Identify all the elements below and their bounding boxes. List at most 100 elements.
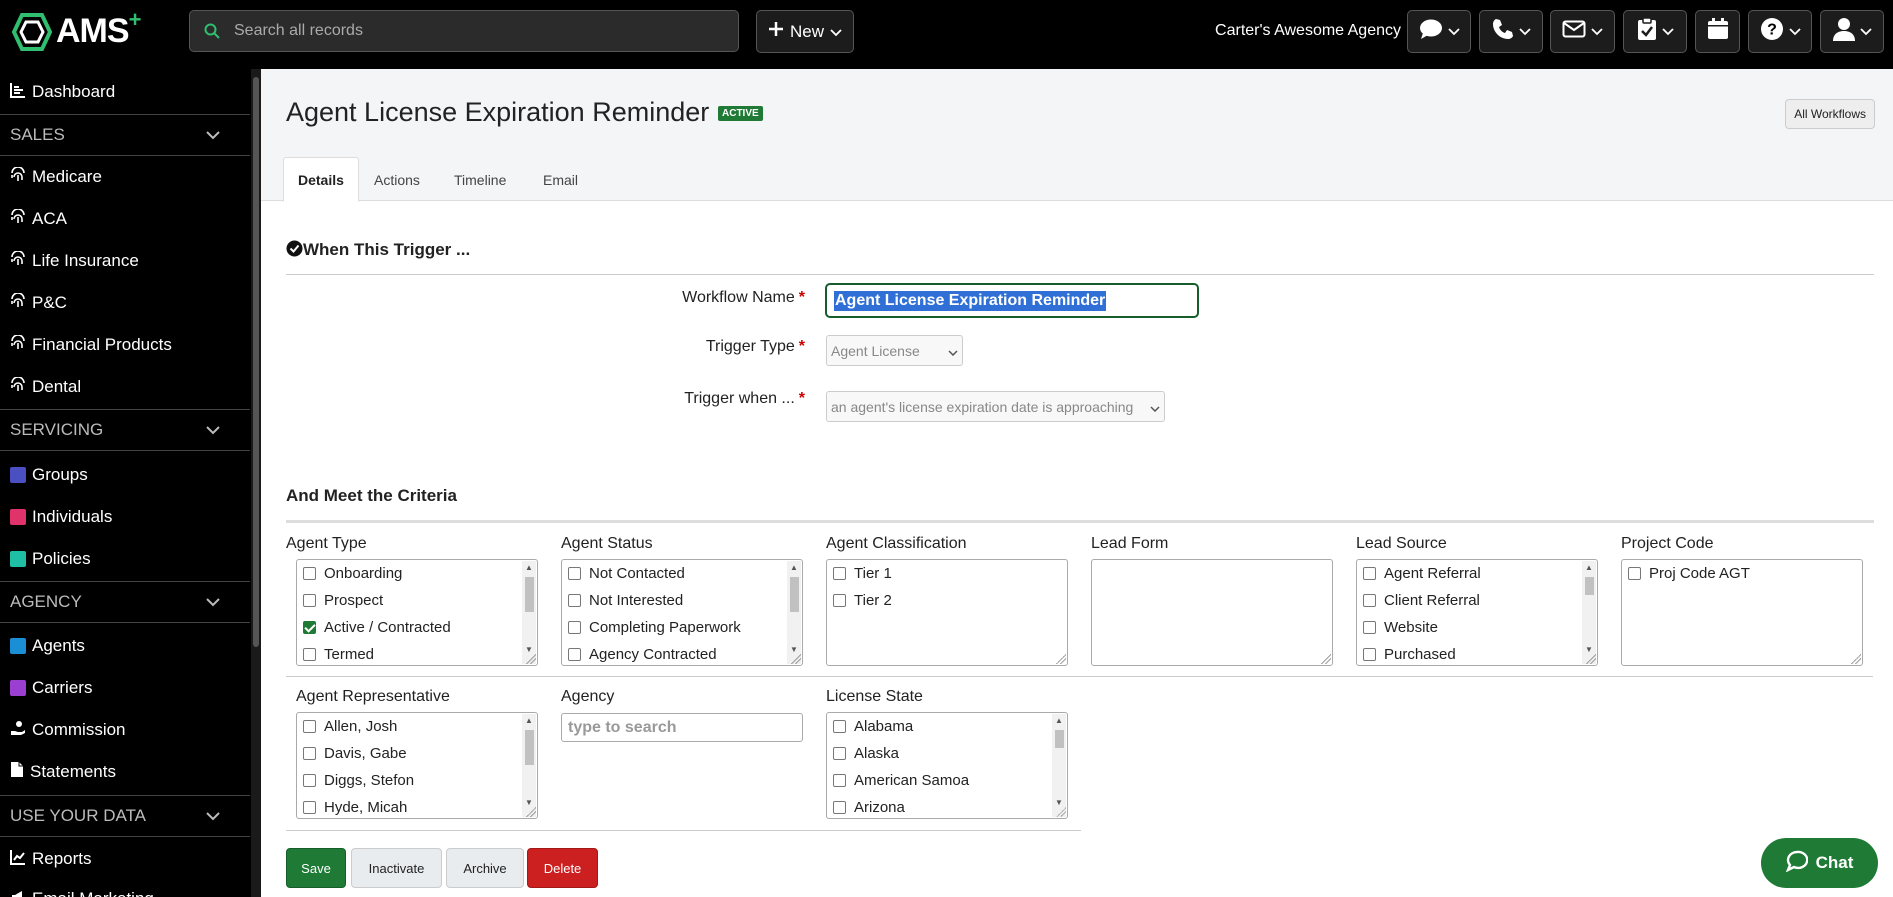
sidebar-item-financial-products[interactable]: Financial Products (0, 324, 250, 366)
scroll-up-icon[interactable]: ▲ (1585, 563, 1593, 572)
archive-button[interactable]: Archive (446, 848, 524, 888)
sidebar-section-sales[interactable]: SALES (0, 114, 250, 156)
checkbox[interactable] (833, 801, 846, 814)
list-option[interactable]: Prospect (297, 587, 537, 614)
mail-menu-button[interactable] (1550, 10, 1615, 53)
list-option[interactable]: Not Contacted (562, 560, 802, 587)
list-option[interactable]: Diggs, Stefon (297, 767, 537, 794)
list-option[interactable]: Davis, Gabe (297, 740, 537, 767)
resize-handle-icon[interactable] (526, 654, 536, 664)
scrollbar-thumb[interactable] (525, 730, 534, 765)
sidebar-item-groups[interactable]: Groups (0, 454, 250, 496)
list-option[interactable]: Agent Referral (1357, 560, 1597, 587)
trigger-type-select[interactable]: Agent License (826, 335, 963, 366)
workflow-name-input[interactable]: Agent License Expiration Reminder (825, 283, 1199, 318)
lead-form-listbox[interactable] (1091, 559, 1333, 666)
checkbox[interactable] (1363, 567, 1376, 580)
list-option[interactable]: Hyde, Micah (297, 794, 537, 818)
checkbox[interactable] (303, 594, 316, 607)
checkbox[interactable] (303, 801, 316, 814)
scroll-up-icon[interactable]: ▲ (525, 716, 533, 725)
sidebar-item-statements[interactable]: Statements (0, 751, 250, 793)
tab-actions[interactable]: Actions (360, 157, 434, 202)
chat-menu-button[interactable] (1407, 10, 1471, 53)
sidebar-item-agents[interactable]: Agents (0, 625, 250, 667)
checkbox[interactable] (303, 648, 316, 661)
resize-handle-icon[interactable] (1321, 654, 1331, 664)
logo[interactable]: AMS + (12, 7, 141, 51)
list-option[interactable]: Website (1357, 614, 1597, 641)
list-option[interactable]: Active / Contracted (297, 614, 537, 641)
resize-handle-icon[interactable] (1056, 807, 1066, 817)
inactivate-button[interactable]: Inactivate (351, 848, 442, 888)
list-option[interactable]: Termed (297, 641, 537, 665)
agency-search-input[interactable]: type to search (561, 713, 803, 742)
list-option[interactable]: Not Interested (562, 587, 802, 614)
checkbox[interactable] (568, 567, 581, 580)
scrollbar-thumb[interactable] (525, 577, 534, 612)
listbox-scrollbar[interactable]: ▲ ▼ (1052, 714, 1066, 817)
scroll-down-icon[interactable]: ▼ (1585, 645, 1593, 654)
scroll-up-icon[interactable]: ▲ (525, 563, 533, 572)
scroll-down-icon[interactable]: ▼ (790, 645, 798, 654)
resize-handle-icon[interactable] (526, 807, 536, 817)
listbox-scrollbar[interactable]: ▲ ▼ (787, 561, 801, 664)
checkbox[interactable] (833, 720, 846, 733)
list-option[interactable]: Proj Code AGT (1622, 560, 1862, 587)
agent-type-listbox[interactable]: Onboarding Prospect Active / Contracted … (296, 559, 538, 666)
scroll-up-icon[interactable]: ▲ (790, 563, 798, 572)
sidebar-item-aca[interactable]: ACA (0, 198, 250, 240)
sidebar-item-dental[interactable]: Dental (0, 366, 250, 408)
resize-handle-icon[interactable] (791, 654, 801, 664)
checkbox[interactable] (1363, 594, 1376, 607)
scroll-down-icon[interactable]: ▼ (525, 645, 533, 654)
checkbox[interactable] (303, 567, 316, 580)
sidebar-scrollbar[interactable] (251, 69, 261, 897)
checkbox[interactable] (303, 720, 316, 733)
all-workflows-button[interactable]: All Workflows (1785, 99, 1875, 129)
tab-timeline[interactable]: Timeline (440, 157, 520, 202)
checkbox[interactable] (833, 594, 846, 607)
scroll-down-icon[interactable]: ▼ (525, 798, 533, 807)
sidebar-section-servicing[interactable]: SERVICING (0, 409, 250, 451)
tab-email[interactable]: Email (529, 157, 592, 202)
checkbox[interactable] (833, 747, 846, 760)
resize-handle-icon[interactable] (1586, 654, 1596, 664)
checkbox[interactable] (568, 594, 581, 607)
sidebar-scrollbar-thumb[interactable] (253, 77, 259, 647)
checkbox-checked[interactable] (303, 621, 316, 634)
delete-button[interactable]: Delete (527, 848, 598, 888)
listbox-scrollbar[interactable]: ▲ ▼ (1582, 561, 1596, 664)
agent-representative-listbox[interactable]: Allen, Josh Davis, Gabe Diggs, Stefon Hy… (296, 712, 538, 819)
checkbox[interactable] (568, 621, 581, 634)
scroll-up-icon[interactable]: ▲ (1055, 716, 1063, 725)
trigger-when-select[interactable]: an agent's license expiration date is ap… (826, 391, 1165, 422)
list-option[interactable]: Tier 2 (827, 587, 1067, 614)
list-option[interactable]: Onboarding (297, 560, 537, 587)
list-option[interactable]: Allen, Josh (297, 713, 537, 740)
license-state-listbox[interactable]: Alabama Alaska American Samoa Arizona ▲ ▼ (826, 712, 1068, 819)
sidebar-item-commission[interactable]: Commission (0, 709, 250, 751)
project-code-listbox[interactable]: Proj Code AGT (1621, 559, 1863, 666)
sidebar-item-life-insurance[interactable]: Life Insurance (0, 240, 250, 282)
resize-handle-icon[interactable] (1851, 654, 1861, 664)
resize-handle-icon[interactable] (1056, 654, 1066, 664)
listbox-scrollbar[interactable]: ▲ ▼ (522, 561, 536, 664)
scrollbar-thumb[interactable] (790, 577, 799, 612)
sidebar-item-individuals[interactable]: Individuals (0, 496, 250, 538)
sidebar-item-policies[interactable]: Policies (0, 538, 250, 580)
lead-source-listbox[interactable]: Agent Referral Client Referral Website P… (1356, 559, 1598, 666)
tab-details[interactable]: Details (283, 157, 359, 202)
sidebar-item-reports[interactable]: Reports (0, 838, 250, 880)
list-option[interactable]: Arizona (827, 794, 1067, 818)
list-option[interactable]: American Samoa (827, 767, 1067, 794)
list-option[interactable]: Alaska (827, 740, 1067, 767)
search-box[interactable] (189, 10, 739, 52)
list-option[interactable]: Client Referral (1357, 587, 1597, 614)
tasks-menu-button[interactable] (1623, 10, 1687, 53)
checkbox[interactable] (303, 747, 316, 760)
sidebar-item-dashboard[interactable]: Dashboard (0, 71, 250, 113)
phone-menu-button[interactable] (1479, 10, 1543, 53)
sidebar-item-email-marketing[interactable]: Email Marketing (0, 878, 250, 897)
chat-button[interactable]: Chat (1761, 838, 1878, 888)
